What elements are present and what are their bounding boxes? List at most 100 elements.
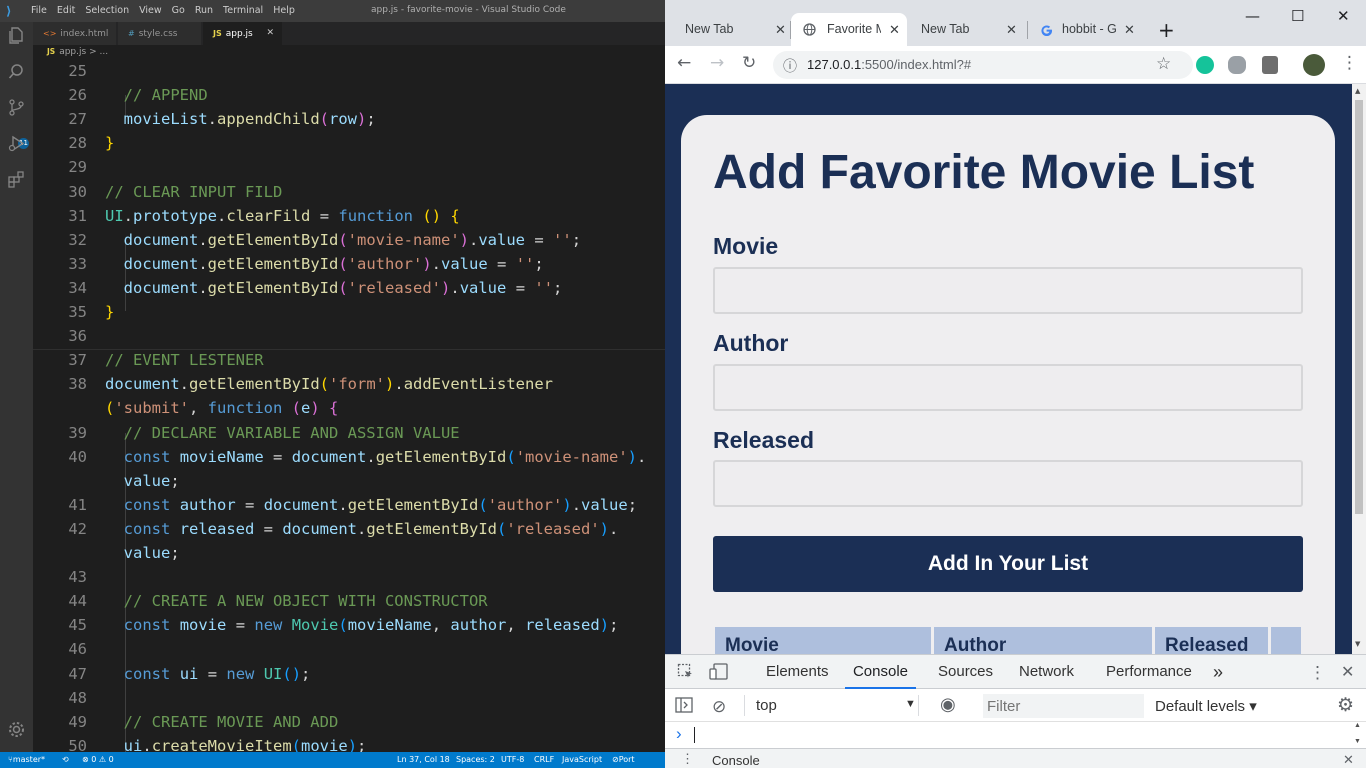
movie-input[interactable] (713, 267, 1303, 314)
code-editor[interactable]: 25 26 // APPEND 27 movieList.appendChild(r… (33, 59, 665, 752)
code-line[interactable]: value; (33, 469, 665, 493)
tab-close-icon[interactable]: ✕ (1006, 13, 1017, 46)
status-cursor-position[interactable]: Ln 37, Col 18 (397, 752, 450, 768)
menu-edit[interactable]: Edit (57, 5, 75, 16)
scroll-up-icon[interactable]: ▲ (1355, 87, 1360, 95)
scroll-down-icon[interactable]: ▼ (1354, 738, 1361, 745)
log-levels-dropdown[interactable]: Default levels ▾ (1155, 697, 1257, 715)
run-debug-icon[interactable] (6, 134, 27, 155)
code-line[interactable]: 28} (33, 131, 665, 155)
browser-tab-new-tab-1[interactable]: New Tab ✕ (673, 13, 789, 46)
author-input[interactable] (713, 364, 1303, 411)
breadcrumb-rest[interactable]: > ... (89, 47, 108, 57)
scroll-down-icon[interactable]: ▼ (1355, 640, 1360, 648)
menu-file[interactable]: File (31, 5, 47, 16)
devtools-tab-elements[interactable]: Elements (766, 655, 829, 689)
tab-index-html[interactable]: <> index.html (33, 22, 117, 45)
add-to-list-button[interactable]: Add In Your List (713, 536, 1303, 592)
menu-selection[interactable]: Selection (85, 5, 129, 16)
menu-run[interactable]: Run (195, 5, 213, 16)
tab-style-css[interactable]: # style.css (118, 22, 202, 45)
code-line[interactable]: 46 (33, 637, 665, 661)
eyedropper-extension-icon[interactable] (1262, 56, 1278, 74)
tab-close-icon[interactable]: ✕ (889, 13, 900, 46)
status-encoding[interactable]: UTF-8 (501, 752, 524, 768)
code-line[interactable]: 30 // CLEAR INPUT FILD (33, 180, 665, 204)
tab-close-icon[interactable]: ✕ (1124, 13, 1135, 46)
show-sidebar-icon[interactable] (675, 697, 693, 717)
status-problems[interactable]: ⊗ 0 ⚠ 0 (82, 752, 114, 768)
grammarly-extension-icon[interactable] (1196, 56, 1214, 74)
released-input[interactable] (713, 460, 1303, 507)
more-tabs-icon[interactable]: » (1213, 655, 1223, 689)
code-line[interactable]: 36 (33, 324, 665, 348)
extensions-icon[interactable] (6, 170, 27, 191)
code-line[interactable]: value; (33, 541, 665, 565)
scroll-up-icon[interactable]: ▲ (1354, 722, 1361, 729)
tab-close-icon[interactable]: ✕ (775, 13, 786, 46)
breadcrumb-file[interactable]: app.js (59, 47, 86, 57)
code-line[interactable]: 31 UI.prototype.clearFild = function () { (33, 204, 665, 228)
source-control-icon[interactable] (6, 98, 27, 119)
devtools-tab-sources[interactable]: Sources (938, 655, 993, 689)
code-line[interactable]: 48 (33, 686, 665, 710)
menu-terminal[interactable]: Terminal (223, 5, 263, 16)
code-line[interactable]: 45 const movie = new Movie(movieName, au… (33, 613, 665, 637)
forward-arrow-icon[interactable]: → (710, 53, 724, 73)
address-bar[interactable]: ⓘ 127.0.0.1:5500/index.html?# ☆ (773, 51, 1193, 79)
browser-tab-favorite-movie[interactable]: Favorite M ✕ (791, 13, 907, 46)
profile-avatar[interactable] (1303, 54, 1325, 76)
minimize-icon[interactable]: — (1245, 7, 1260, 25)
drawer-tab-console[interactable]: Console (712, 753, 760, 768)
page-scrollbar[interactable]: ▲ ▼ (1352, 84, 1366, 654)
code-line[interactable]: 47 const ui = new UI(); (33, 662, 665, 686)
code-line[interactable]: 26 // APPEND (33, 83, 665, 107)
inspect-element-icon[interactable] (677, 663, 694, 684)
sync-icon[interactable]: ⟲ (62, 752, 69, 768)
devtools-tab-performance[interactable]: Performance (1106, 655, 1192, 689)
code-line[interactable]: 42 const released = document.getElementB… (33, 517, 665, 541)
browser-tab-new-tab-2[interactable]: New Tab ✕ (909, 13, 1025, 46)
close-window-icon[interactable]: ✕ (1337, 7, 1350, 25)
code-line[interactable]: 41 const author = document.getElementByI… (33, 493, 665, 517)
clear-console-icon[interactable]: ⊘ (712, 697, 726, 717)
bookmark-star-icon[interactable]: ☆ (1156, 54, 1171, 74)
menu-go[interactable]: Go (172, 5, 185, 16)
code-line[interactable]: 38 document.getElementById('form').addEve… (33, 372, 665, 396)
code-line[interactable]: 25 (33, 59, 665, 83)
settings-gear-icon[interactable] (6, 720, 27, 741)
code-line[interactable]: 35} (33, 300, 665, 324)
console-filter-input[interactable]: Filter (983, 694, 1144, 718)
code-line[interactable]: 29 (33, 155, 665, 179)
device-toolbar-icon[interactable] (709, 663, 728, 684)
code-line[interactable]: 34 document.getElementById('released').v… (33, 276, 665, 300)
devtools-menu-icon[interactable]: ⋮ (1309, 663, 1326, 683)
tab-close-icon[interactable]: ✕ (266, 22, 274, 45)
explorer-icon[interactable] (6, 26, 27, 47)
status-branch[interactable]: ⑂ master* (8, 752, 45, 768)
menu-view[interactable]: View (139, 5, 162, 16)
site-info-icon[interactable]: ⓘ (783, 56, 797, 76)
bug-extension-icon[interactable] (1228, 56, 1246, 74)
back-arrow-icon[interactable]: ← (677, 53, 691, 73)
maximize-icon[interactable]: ☐ (1291, 7, 1304, 25)
new-tab-plus-icon[interactable]: + (1158, 18, 1175, 42)
code-line[interactable]: 39 // DECLARE VARIABLE AND ASSIGN VALUE (33, 421, 665, 445)
live-expression-eye-icon[interactable]: ◉ (940, 694, 956, 715)
code-line[interactable]: 40 const movieName = document.getElement… (33, 445, 665, 469)
code-line[interactable]: 44 // CREATE A NEW OBJECT WITH CONSTRUCT… (33, 589, 665, 613)
console-settings-gear-icon[interactable]: ⚙ (1337, 694, 1354, 717)
search-icon[interactable] (6, 62, 27, 83)
code-line[interactable]: 33 document.getElementById('author').val… (33, 252, 665, 276)
code-line[interactable]: ('submit', function (e) { (33, 396, 665, 420)
code-line[interactable]: 50 ui.createMovieItem(movie); (33, 734, 665, 752)
chrome-menu-icon[interactable]: ⋮ (1341, 53, 1358, 73)
code-line[interactable]: 37 // EVENT LESTENER (33, 348, 665, 372)
code-line[interactable]: 49 // CREATE MOVIE AND ADD (33, 710, 665, 734)
console-input[interactable]: › ▲ ▼ (665, 722, 1366, 748)
status-eol[interactable]: CRLF (534, 752, 554, 768)
drawer-menu-icon[interactable]: ⋮ (681, 751, 694, 767)
devtools-tab-console[interactable]: Console (845, 655, 916, 689)
close-devtools-icon[interactable]: ✕ (1341, 662, 1354, 682)
status-live-server-port[interactable]: ⊘ Port : 5500 (612, 752, 635, 768)
